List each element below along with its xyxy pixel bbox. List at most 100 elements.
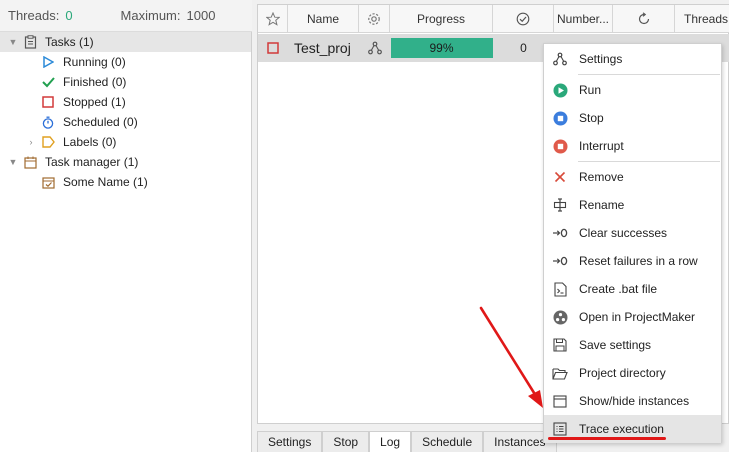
menu-label: Run xyxy=(579,83,602,97)
star-icon xyxy=(265,12,280,26)
app-window: Threads: 0 Maximum: 1000 ▼ Tasks (1) Run… xyxy=(0,0,729,452)
menu-label: Trace execution xyxy=(579,422,664,436)
menu-label: Open in ProjectMaker xyxy=(579,310,696,324)
trace-list-icon xyxy=(552,421,568,437)
menu-item-stop[interactable]: Stop xyxy=(544,104,721,132)
clipboard-icon xyxy=(23,35,37,49)
menu-item-reset-failures[interactable]: Reset failures in a row xyxy=(544,247,721,275)
maximum-value[interactable]: 1000 xyxy=(187,8,216,23)
header-progress[interactable]: Progress xyxy=(390,5,493,33)
menu-label: Project directory xyxy=(579,366,666,380)
rename-icon xyxy=(552,197,568,213)
project-tree-icon xyxy=(367,41,382,55)
play-icon xyxy=(41,55,55,69)
close-icon xyxy=(552,169,568,185)
menu-label: Clear successes xyxy=(579,226,668,240)
bottom-tabs: Settings Stop Log Schedule Instances xyxy=(257,431,557,452)
terminal-file-icon xyxy=(552,281,568,297)
header-favorite[interactable] xyxy=(258,5,288,33)
row-progress: 99% xyxy=(390,34,493,62)
tree-label-scheduled: Scheduled (0) xyxy=(63,115,138,129)
menu-label: Settings xyxy=(579,52,623,66)
left-panel: Threads: 0 Maximum: 1000 ▼ Tasks (1) Run… xyxy=(0,0,252,452)
menu-label: Create .bat file xyxy=(579,282,658,296)
collapse-arrow-icon[interactable]: ▼ xyxy=(8,157,18,167)
header-settings[interactable] xyxy=(359,5,390,33)
menu-item-show-hide-instances[interactable]: Show/hide instances xyxy=(544,387,721,415)
tab-schedule[interactable]: Schedule xyxy=(411,431,484,452)
collapse-arrow-icon[interactable]: ▼ xyxy=(8,37,18,47)
interrupt-icon xyxy=(552,138,568,154)
calendar-icon xyxy=(23,155,37,169)
project-tree-icon xyxy=(552,51,568,67)
stop-square-icon xyxy=(41,95,55,109)
menu-separator xyxy=(578,161,720,162)
header-threads[interactable]: Threads xyxy=(675,5,729,33)
tree-item-task-manager[interactable]: ▼ Task manager (1) xyxy=(0,152,251,172)
tree-label-stopped: Stopped (1) xyxy=(63,95,126,109)
menu-item-run[interactable]: Run xyxy=(544,76,721,104)
calendar-check-icon xyxy=(41,175,55,189)
arrow-to-zero-icon xyxy=(552,225,568,241)
header-name[interactable]: Name xyxy=(288,5,359,33)
menu-item-project-directory[interactable]: Project directory xyxy=(544,359,721,387)
menu-item-save-settings[interactable]: Save settings xyxy=(544,331,721,359)
tree-item-finished[interactable]: Finished (0) xyxy=(0,72,251,92)
menu-item-rename[interactable]: Rename xyxy=(544,191,721,219)
expand-arrow-icon[interactable]: › xyxy=(26,137,36,147)
tree-label-finished: Finished (0) xyxy=(63,75,127,89)
arrow-to-zero-icon xyxy=(552,253,568,269)
tree-item-scheduled[interactable]: Scheduled (0) xyxy=(0,112,251,132)
menu-item-create-bat[interactable]: Create .bat file xyxy=(544,275,721,303)
threads-label: Threads: xyxy=(8,8,60,23)
tree-item-some-name[interactable]: Some Name (1) xyxy=(0,172,251,192)
menu-label: Stop xyxy=(579,111,604,125)
threads-bar: Threads: 0 Maximum: 1000 xyxy=(0,0,252,32)
row-status xyxy=(258,34,288,62)
context-menu: Settings Run Stop Interrupt Remove Renam… xyxy=(543,43,722,443)
tab-settings[interactable]: Settings xyxy=(257,431,323,452)
progress-bar: 99% xyxy=(390,38,493,58)
tree-item-labels[interactable]: › Labels (0) xyxy=(0,132,251,152)
tree-label-running: Running (0) xyxy=(63,55,126,69)
header-restart[interactable] xyxy=(613,5,675,33)
menu-item-clear-successes[interactable]: Clear successes xyxy=(544,219,721,247)
tree-label-some-name: Some Name (1) xyxy=(63,175,148,189)
tree-item-stopped[interactable]: Stopped (1) xyxy=(0,92,251,112)
header-number[interactable]: Number... xyxy=(554,5,613,33)
refresh-icon xyxy=(638,12,649,25)
menu-item-settings[interactable]: Settings xyxy=(544,45,721,73)
tree-label-labels: Labels (0) xyxy=(63,135,117,149)
menu-item-open-projectmaker[interactable]: Open in ProjectMaker xyxy=(544,303,721,331)
run-icon xyxy=(552,82,568,98)
tree-label-tasks: Tasks (1) xyxy=(45,35,94,49)
menu-label: Reset failures in a row xyxy=(579,254,698,268)
check-icon xyxy=(41,75,55,89)
annotation-underline xyxy=(548,437,666,440)
row-name[interactable]: Test_proj xyxy=(288,34,359,62)
menu-separator xyxy=(578,74,720,75)
menu-label: Show/hide instances xyxy=(579,394,690,408)
menu-item-remove[interactable]: Remove xyxy=(544,163,721,191)
grid-header: Name Progress Number... Threads xyxy=(258,5,729,33)
stopwatch-icon xyxy=(41,115,55,129)
stop-icon xyxy=(552,110,568,126)
label-tag-icon xyxy=(41,135,55,149)
check-circle-icon xyxy=(516,12,530,26)
menu-label: Rename xyxy=(579,198,625,212)
header-success[interactable] xyxy=(493,5,554,33)
tab-log[interactable]: Log xyxy=(369,431,412,452)
task-tree: ▼ Tasks (1) Running (0) Finished (0) Sto… xyxy=(0,32,251,192)
threads-value: 0 xyxy=(65,8,73,23)
gear-icon xyxy=(368,13,380,25)
menu-label: Interrupt xyxy=(579,139,624,153)
stopped-status-icon xyxy=(267,42,279,54)
annotation-arrow xyxy=(479,306,543,408)
tree-item-tasks[interactable]: ▼ Tasks (1) xyxy=(0,32,251,52)
tree-item-running[interactable]: Running (0) xyxy=(0,52,251,72)
maximum-label: Maximum: xyxy=(120,8,181,23)
tab-stop[interactable]: Stop xyxy=(322,431,370,452)
menu-label: Remove xyxy=(579,170,624,184)
row-project-type xyxy=(359,34,390,62)
menu-item-interrupt[interactable]: Interrupt xyxy=(544,132,721,160)
